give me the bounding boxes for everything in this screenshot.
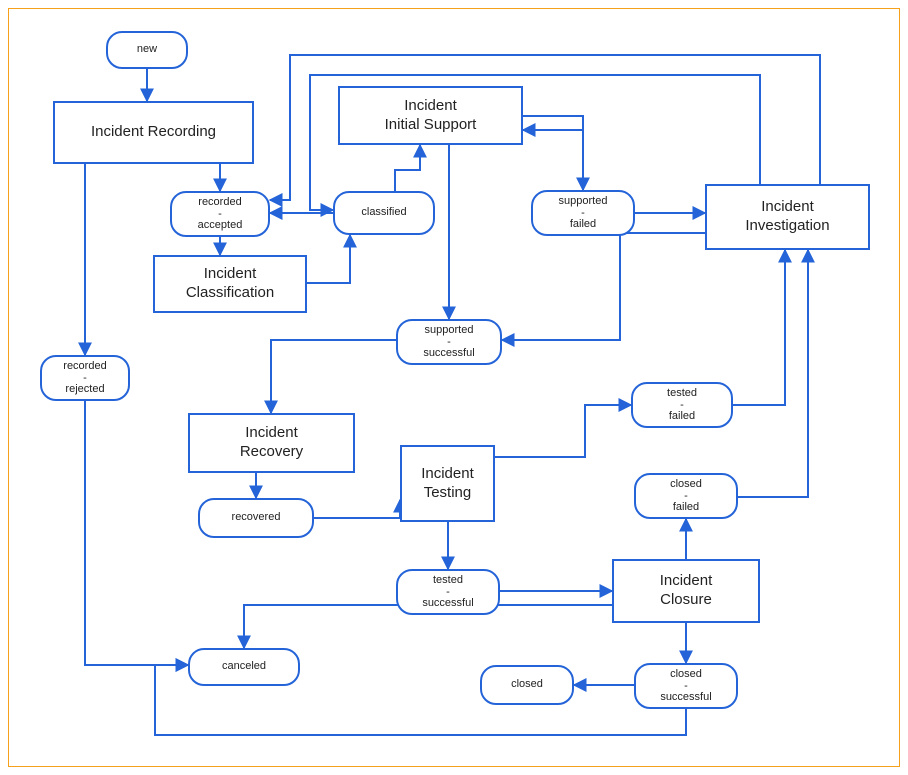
state-closed-successful: closed - successful [634, 663, 738, 709]
label: recorded - accepted [198, 196, 243, 233]
label: recovered [232, 511, 281, 525]
label: closed [511, 678, 543, 692]
process-incident-closure: Incident Closure [612, 559, 760, 623]
diagram-canvas: new recorded - accepted recorded - rejec… [0, 0, 908, 775]
process-incident-classification: Incident Classification [153, 255, 307, 313]
label: supported - successful [423, 324, 474, 361]
state-closed: closed [480, 665, 574, 705]
label: recorded - rejected [63, 360, 106, 397]
label: closed - successful [660, 668, 711, 705]
label: tested - failed [667, 387, 697, 424]
process-incident-investigation: Incident Investigation [705, 184, 870, 250]
label: Incident Investigation [745, 198, 829, 236]
label: tested - successful [422, 574, 473, 611]
label: Incident Testing [421, 465, 474, 503]
process-incident-initial-support: Incident Initial Support [338, 86, 523, 145]
label: canceled [222, 660, 266, 674]
label: Incident Classification [186, 265, 274, 303]
label: Incident Recovery [240, 424, 303, 462]
process-incident-recovery: Incident Recovery [188, 413, 355, 473]
state-recorded-rejected: recorded - rejected [40, 355, 130, 401]
state-new: new [106, 31, 188, 69]
state-recovered: recovered [198, 498, 314, 538]
label: new [137, 43, 157, 57]
label: closed - failed [670, 478, 702, 515]
state-classified: classified [333, 191, 435, 235]
label: classified [361, 206, 406, 220]
state-tested-successful: tested - successful [396, 569, 500, 615]
state-supported-failed: supported - failed [531, 190, 635, 236]
state-tested-failed: tested - failed [631, 382, 733, 428]
label: Incident Recording [91, 123, 216, 142]
label: supported - failed [559, 195, 608, 232]
state-closed-failed: closed - failed [634, 473, 738, 519]
state-canceled: canceled [188, 648, 300, 686]
label: Incident Closure [660, 572, 713, 610]
state-supported-successful: supported - successful [396, 319, 502, 365]
state-recorded-accepted: recorded - accepted [170, 191, 270, 237]
process-incident-recording: Incident Recording [53, 101, 254, 164]
label: Incident Initial Support [385, 97, 477, 135]
process-incident-testing: Incident Testing [400, 445, 495, 522]
